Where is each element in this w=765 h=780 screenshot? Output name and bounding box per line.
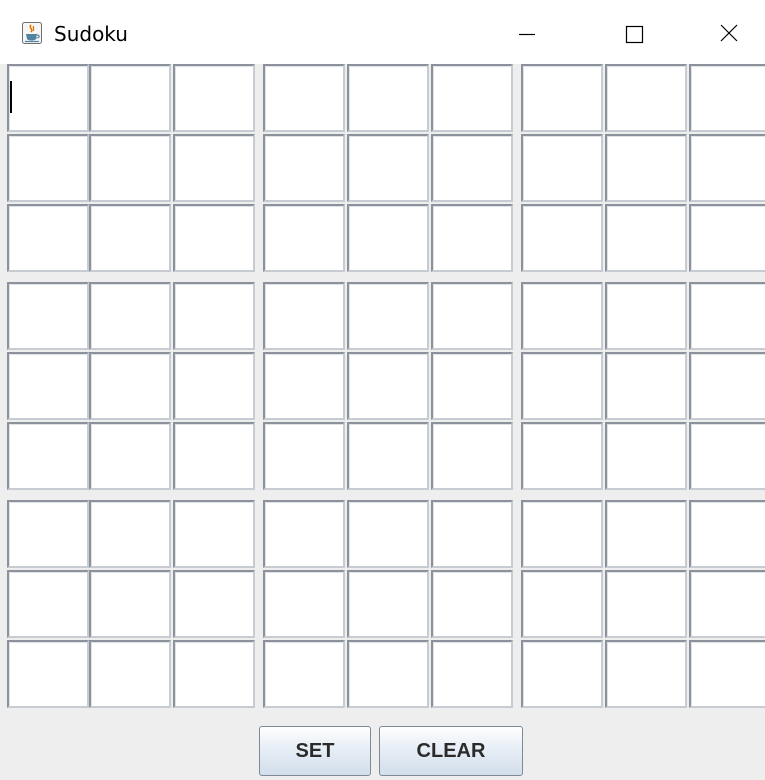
set-button[interactable]: SET [259,726,371,776]
sudoku-cell-r5c7[interactable] [521,352,603,420]
sudoku-cell-r9c8[interactable] [605,640,687,708]
sudoku-cell-r9c9[interactable] [689,640,765,708]
sudoku-cell-r7c8[interactable] [605,500,687,568]
sudoku-cell-r6c1[interactable] [7,422,89,490]
sudoku-cell-r2c8[interactable] [605,134,687,202]
sudoku-cell-r8c2[interactable] [89,570,171,638]
clear-button[interactable]: CLEAR [379,726,523,776]
sudoku-cell-r5c6[interactable] [431,352,513,420]
sudoku-cell-r1c7[interactable] [521,64,603,132]
sudoku-cell-r5c2[interactable] [89,352,171,420]
sudoku-cell-r9c2[interactable] [89,640,171,708]
sudoku-cell-r2c3[interactable] [173,134,255,202]
sudoku-cell-r2c4[interactable] [263,134,345,202]
sudoku-cell-r5c8[interactable] [605,352,687,420]
sudoku-cell-r7c6[interactable] [431,500,513,568]
title-bar[interactable]: Sudoku [0,0,765,64]
sudoku-cell-r1c4[interactable] [263,64,345,132]
close-icon [720,24,738,42]
sudoku-cell-r8c3[interactable] [173,570,255,638]
sudoku-cell-r4c3[interactable] [173,282,255,350]
sudoku-cell-r3c2[interactable] [89,204,171,272]
sudoku-cell-r8c8[interactable] [605,570,687,638]
close-button[interactable] [700,0,758,64]
text-caret [10,81,12,113]
sudoku-cell-r3c9[interactable] [689,204,765,272]
sudoku-cell-r6c8[interactable] [605,422,687,490]
sudoku-cell-r8c9[interactable] [689,570,765,638]
sudoku-cell-r4c1[interactable] [7,282,89,350]
sudoku-cell-r2c6[interactable] [431,134,513,202]
sudoku-cell-r9c4[interactable] [263,640,345,708]
sudoku-cell-r9c5[interactable] [347,640,429,708]
sudoku-cell-r4c9[interactable] [689,282,765,350]
sudoku-cell-r1c9[interactable] [689,64,765,132]
sudoku-cell-r9c6[interactable] [431,640,513,708]
sudoku-cell-r7c9[interactable] [689,500,765,568]
button-panel: SET CLEAR [0,712,765,780]
sudoku-cell-r6c9[interactable] [689,422,765,490]
minimize-icon [519,33,535,36]
sudoku-cell-r4c2[interactable] [89,282,171,350]
sudoku-cell-r7c4[interactable] [263,500,345,568]
sudoku-cell-r7c1[interactable] [7,500,89,568]
sudoku-window: Sudoku SET CLEAR [0,0,765,780]
sudoku-cell-r3c7[interactable] [521,204,603,272]
sudoku-cell-r8c6[interactable] [431,570,513,638]
sudoku-cell-r3c5[interactable] [347,204,429,272]
sudoku-cell-r5c5[interactable] [347,352,429,420]
sudoku-cell-r1c3[interactable] [173,64,255,132]
window-title: Sudoku [54,22,128,46]
sudoku-cell-r6c7[interactable] [521,422,603,490]
sudoku-cell-r7c5[interactable] [347,500,429,568]
sudoku-cell-r8c1[interactable] [7,570,89,638]
sudoku-cell-r5c9[interactable] [689,352,765,420]
sudoku-cell-r3c3[interactable] [173,204,255,272]
sudoku-cell-r2c1[interactable] [7,134,89,202]
sudoku-cell-r3c8[interactable] [605,204,687,272]
sudoku-cell-r1c1[interactable] [7,64,89,132]
sudoku-cell-r5c3[interactable] [173,352,255,420]
sudoku-cell-r1c2[interactable] [89,64,171,132]
sudoku-cell-r8c5[interactable] [347,570,429,638]
sudoku-cell-r2c2[interactable] [89,134,171,202]
sudoku-cell-r5c4[interactable] [263,352,345,420]
sudoku-cell-r4c4[interactable] [263,282,345,350]
sudoku-cell-r6c3[interactable] [173,422,255,490]
sudoku-cell-r2c5[interactable] [347,134,429,202]
minimize-button[interactable] [496,0,554,64]
java-coffee-cup-icon [22,22,42,44]
sudoku-cell-r6c6[interactable] [431,422,513,490]
sudoku-cell-r3c6[interactable] [431,204,513,272]
sudoku-cell-r9c1[interactable] [7,640,89,708]
sudoku-cell-r4c7[interactable] [521,282,603,350]
sudoku-cell-r8c4[interactable] [263,570,345,638]
sudoku-cell-r6c4[interactable] [263,422,345,490]
sudoku-cell-r9c3[interactable] [173,640,255,708]
sudoku-cell-r6c5[interactable] [347,422,429,490]
maximize-icon [625,25,644,44]
sudoku-cell-r6c2[interactable] [89,422,171,490]
sudoku-cell-r3c4[interactable] [263,204,345,272]
maximize-button[interactable] [608,0,666,64]
sudoku-cell-r1c5[interactable] [347,64,429,132]
sudoku-cell-r7c7[interactable] [521,500,603,568]
sudoku-cell-r7c2[interactable] [89,500,171,568]
sudoku-cell-r3c1[interactable] [7,204,89,272]
sudoku-cell-r2c7[interactable] [521,134,603,202]
sudoku-cell-r7c3[interactable] [173,500,255,568]
sudoku-cell-r2c9[interactable] [689,134,765,202]
sudoku-cell-r4c5[interactable] [347,282,429,350]
sudoku-cell-r9c7[interactable] [521,640,603,708]
sudoku-cell-r5c1[interactable] [7,352,89,420]
sudoku-grid [0,64,765,712]
sudoku-cell-r1c6[interactable] [431,64,513,132]
sudoku-cell-r4c6[interactable] [431,282,513,350]
sudoku-cell-r1c8[interactable] [605,64,687,132]
sudoku-cell-r4c8[interactable] [605,282,687,350]
sudoku-cell-r8c7[interactable] [521,570,603,638]
